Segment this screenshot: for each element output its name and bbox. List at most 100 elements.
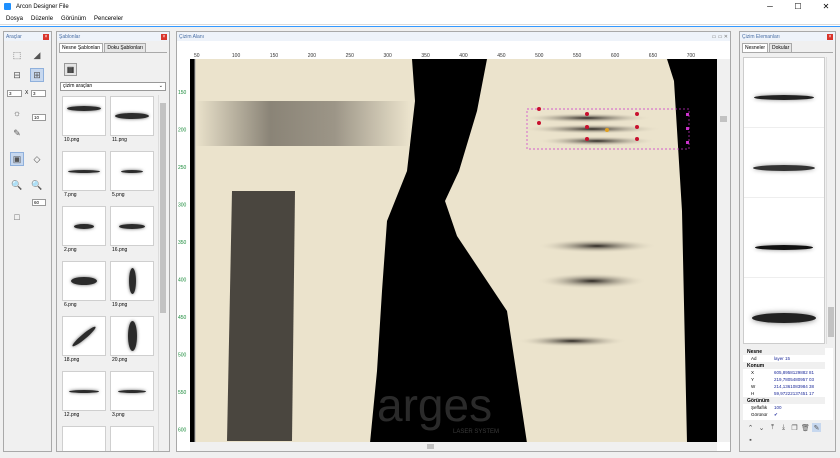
menu-file[interactable]: Dosya: [6, 16, 23, 22]
rows-spinner[interactable]: 3: [31, 90, 46, 97]
tab-object-templates[interactable]: Nesne Şablonları: [59, 43, 104, 52]
prop-w-value[interactable]: 214,1361083984 38: [774, 384, 825, 389]
template-item[interactable]: 19.png: [110, 261, 154, 308]
maximize-button[interactable]: ☐: [784, 0, 812, 13]
template-thumbnail: [62, 371, 106, 411]
move-top-icon[interactable]: ⤒: [768, 423, 777, 432]
zoom-spinner[interactable]: 60: [32, 199, 46, 206]
template-item[interactable]: 7.png: [62, 151, 106, 198]
layer-item[interactable]: [744, 68, 824, 128]
template-item[interactable]: [110, 426, 154, 451]
template-thumbnail: [62, 426, 106, 451]
template-item[interactable]: 16.png: [110, 206, 154, 253]
shadow-stroke-2: [537, 273, 647, 289]
ruler-left-label: 350: [178, 240, 187, 246]
layer-item[interactable]: [744, 218, 824, 278]
menu-edit[interactable]: Düzenle: [31, 16, 53, 22]
layer-item[interactable]: [744, 293, 824, 343]
duplicate-icon[interactable]: ❐: [790, 423, 799, 432]
layers-scroll-thumb[interactable]: [828, 307, 834, 337]
template-item[interactable]: 11.png: [110, 96, 154, 143]
tab-texture-templates[interactable]: Doku Şablonları: [104, 43, 146, 52]
template-label: 20.png: [112, 357, 128, 363]
template-label: 12.png: [64, 412, 80, 418]
zoom-in-icon[interactable]: 🔍: [10, 178, 24, 192]
app-title: Arcon Designer File: [16, 3, 69, 10]
rotate-tool-icon[interactable]: ◇: [30, 152, 44, 166]
group-object: Nesne: [743, 348, 825, 355]
template-thumbnail: [110, 151, 154, 191]
move-up-icon[interactable]: ⌃: [746, 423, 755, 432]
minimize-button[interactable]: ─: [756, 0, 784, 13]
rectangle-tool-icon[interactable]: □: [10, 210, 24, 224]
template-thumbnail: [62, 151, 106, 191]
gallery-icon[interactable]: ▦: [64, 63, 77, 76]
prop-y-key: Y: [751, 377, 755, 382]
canvas-window-controls[interactable]: ▭ ▭ ✕: [712, 34, 728, 40]
jeans-left-leg-shadow: [227, 191, 295, 441]
templates-panel: Şablonlar × Nesne Şablonları Doku Şablonl…: [56, 31, 170, 452]
menu-windows[interactable]: Pencereler: [94, 16, 123, 22]
warp-tool-icon[interactable]: ⊟: [10, 68, 24, 82]
canvas-hscrollbar[interactable]: [190, 442, 717, 451]
elements-close-icon[interactable]: ×: [827, 33, 833, 40]
delete-icon[interactable]: 🗑: [801, 423, 810, 432]
template-item[interactable]: 3.png: [110, 371, 154, 418]
layer-list[interactable]: [743, 57, 825, 344]
template-item[interactable]: [62, 426, 106, 451]
layer-item[interactable]: [744, 138, 824, 198]
brightness-spinner[interactable]: 10: [32, 114, 46, 121]
prop-x-value[interactable]: 605,8958129882 81: [774, 370, 825, 375]
tab-objects[interactable]: Nesneler: [742, 43, 769, 52]
ruler-top-label: 250: [346, 53, 355, 59]
tab-textures[interactable]: Dokular: [769, 43, 793, 52]
template-item[interactable]: 6.png: [62, 261, 106, 308]
edit-icon[interactable]: ✎: [812, 423, 821, 432]
ruler-top-label: 650: [649, 53, 658, 59]
template-thumbnail: [110, 206, 154, 246]
template-item[interactable]: 18.png: [62, 316, 106, 363]
template-item[interactable]: 12.png: [62, 371, 106, 418]
ruler-left-label: 400: [178, 278, 187, 284]
cols-spinner[interactable]: 3: [7, 90, 22, 97]
prop-y-value[interactable]: 219,7805480957 03: [774, 377, 825, 382]
ruler-top-label: 700: [687, 53, 696, 59]
move-bottom-icon[interactable]: ⤓: [779, 423, 788, 432]
prop-opacity-value[interactable]: 100: [774, 405, 825, 410]
mesh-tool-icon[interactable]: ⊞: [30, 68, 44, 82]
layers-scrollbar[interactable]: [826, 57, 835, 344]
canvas-hscroll-thumb[interactable]: [427, 444, 434, 449]
canvas-svg[interactable]: 50 100 150 200 250 300 350 400 450 500 550 600 650 70…: [177, 41, 730, 451]
canvas-vscroll-thumb[interactable]: [720, 116, 727, 122]
close-button[interactable]: ✕: [812, 0, 840, 13]
prop-opacity-key: Şeffaflık: [751, 405, 768, 410]
prop-h-value[interactable]: 59,97222137451 17: [774, 391, 825, 396]
template-item[interactable]: 2.png: [62, 206, 106, 253]
templates-scrollbar[interactable]: [158, 95, 167, 451]
move-down-icon[interactable]: ⌄: [757, 423, 766, 432]
category-dropdown[interactable]: çizim araçları ⌄: [60, 82, 166, 91]
jeans-left-knee-shadow: [195, 101, 410, 146]
template-item[interactable]: 5.png: [110, 151, 154, 198]
ruler-top-label: 500: [535, 53, 544, 59]
zoom-out-icon[interactable]: 🔍: [30, 178, 44, 192]
template-label: 16.png: [112, 247, 128, 253]
template-item[interactable]: 10.png: [62, 96, 106, 143]
ruler-left-label: 500: [178, 353, 187, 359]
prop-visible-checkbox[interactable]: ✔: [774, 412, 825, 418]
templates-scroll-thumb[interactable]: [160, 103, 166, 313]
prop-name-value[interactable]: layer 15: [774, 356, 825, 361]
ruler-top-label: 300: [384, 53, 393, 59]
frame-tool-icon[interactable]: ▣: [10, 152, 24, 166]
tools-close-icon[interactable]: ×: [43, 33, 49, 40]
templates-close-icon[interactable]: ×: [161, 33, 167, 40]
template-label: 11.png: [112, 137, 127, 143]
ruler-top-label: 150: [270, 53, 279, 59]
brightness-icon[interactable]: ☼: [10, 106, 24, 120]
mountain-tool-icon[interactable]: ◢: [30, 48, 44, 62]
eyedropper-icon[interactable]: ✎: [10, 126, 24, 140]
settings-icon[interactable]: ▪: [746, 436, 755, 445]
select-tool-icon[interactable]: ⬚: [10, 48, 24, 62]
template-item[interactable]: 20.png: [110, 316, 154, 363]
menu-view[interactable]: Görünüm: [61, 16, 86, 22]
